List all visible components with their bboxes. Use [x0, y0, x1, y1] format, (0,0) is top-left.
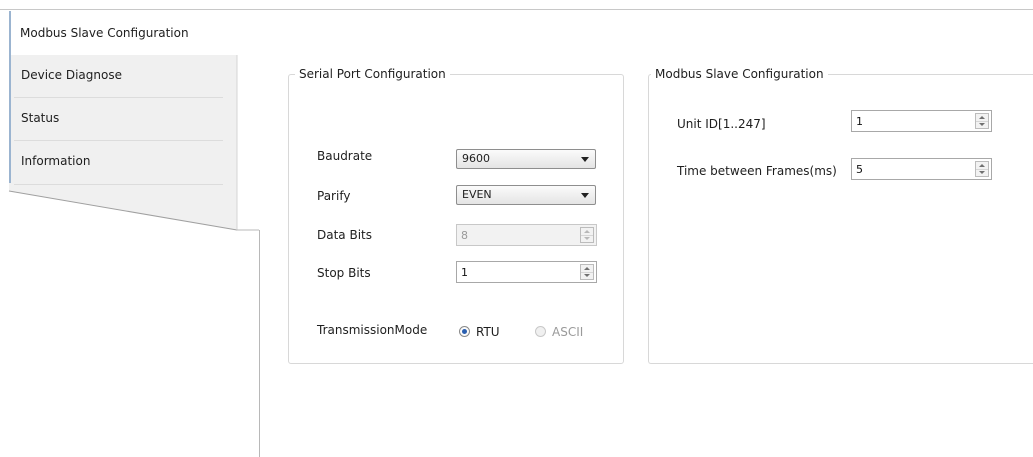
chevron-down-icon	[581, 193, 589, 198]
stopbits-spinbox[interactable]	[456, 261, 597, 283]
nav-item-label: Information	[21, 154, 91, 168]
spin-down-icon[interactable]	[581, 272, 593, 279]
transmission-mode-label: TransmissionMode	[317, 323, 428, 337]
spin-buttons[interactable]	[975, 161, 989, 177]
stopbits-label: Stop Bits	[317, 266, 371, 280]
spin-buttons[interactable]	[580, 264, 594, 280]
baudrate-value: 9600	[462, 152, 490, 165]
ascii-radio: ASCII	[535, 323, 591, 341]
nav-item-information[interactable]: Information	[9, 140, 90, 182]
unit-id-label: Unit ID[1..247]	[677, 117, 766, 131]
spin-down-icon[interactable]	[976, 169, 988, 176]
nav-item-label: Status	[21, 111, 60, 125]
databits-label: Data Bits	[317, 228, 372, 242]
unit-id-spinbox[interactable]	[851, 110, 992, 132]
sidebar-nav: Modbus Slave Configuration Device Diagno…	[0, 0, 260, 457]
spin-down-icon[interactable]	[976, 121, 988, 128]
serial-port-group: Serial Port Configuration Baudrate 9600 …	[288, 66, 624, 364]
frames-delay-spinbox[interactable]	[851, 158, 992, 180]
modbus-slave-group: Modbus Slave Configuration Unit ID[1..24…	[648, 66, 1033, 364]
rtu-radio[interactable]: RTU	[459, 323, 509, 341]
spin-down-icon	[581, 235, 593, 242]
nav-separator	[14, 184, 223, 185]
radio-selected-icon	[459, 326, 470, 337]
nav-accent-bar	[9, 55, 11, 183]
modbus-slave-group-title: Modbus Slave Configuration	[651, 66, 828, 82]
nav-item-label: Modbus Slave Configuration	[20, 26, 189, 40]
parity-value: EVEN	[462, 188, 492, 201]
baudrate-select[interactable]: 9600	[456, 149, 596, 169]
frames-delay-input[interactable]	[852, 159, 971, 179]
stopbits-input[interactable]	[457, 262, 576, 282]
baudrate-label: Baudrate	[317, 149, 373, 163]
spin-buttons[interactable]	[975, 113, 989, 129]
nav-active-indicator	[9, 11, 11, 55]
spin-buttons	[580, 227, 594, 243]
nav-item-label: Device Diagnose	[21, 68, 122, 82]
unit-id-input[interactable]	[852, 111, 971, 131]
databits-input	[457, 225, 576, 245]
nav-item-status[interactable]: Status	[9, 97, 59, 139]
rtu-radio-label: RTU	[476, 325, 500, 339]
parity-select[interactable]: EVEN	[456, 185, 596, 205]
ascii-radio-label: ASCII	[552, 325, 584, 339]
chevron-down-icon	[581, 157, 589, 162]
frames-delay-label: Time between Frames(ms)	[677, 164, 837, 178]
radio-unselected-icon	[535, 326, 546, 337]
parity-label: Parify	[317, 189, 351, 203]
nav-item-device-diagnose[interactable]: Device Diagnose	[9, 54, 122, 96]
serial-port-group-title: Serial Port Configuration	[295, 66, 450, 82]
nav-item-modbus-slave-configuration[interactable]: Modbus Slave Configuration	[9, 11, 248, 55]
databits-spinbox	[456, 224, 597, 246]
